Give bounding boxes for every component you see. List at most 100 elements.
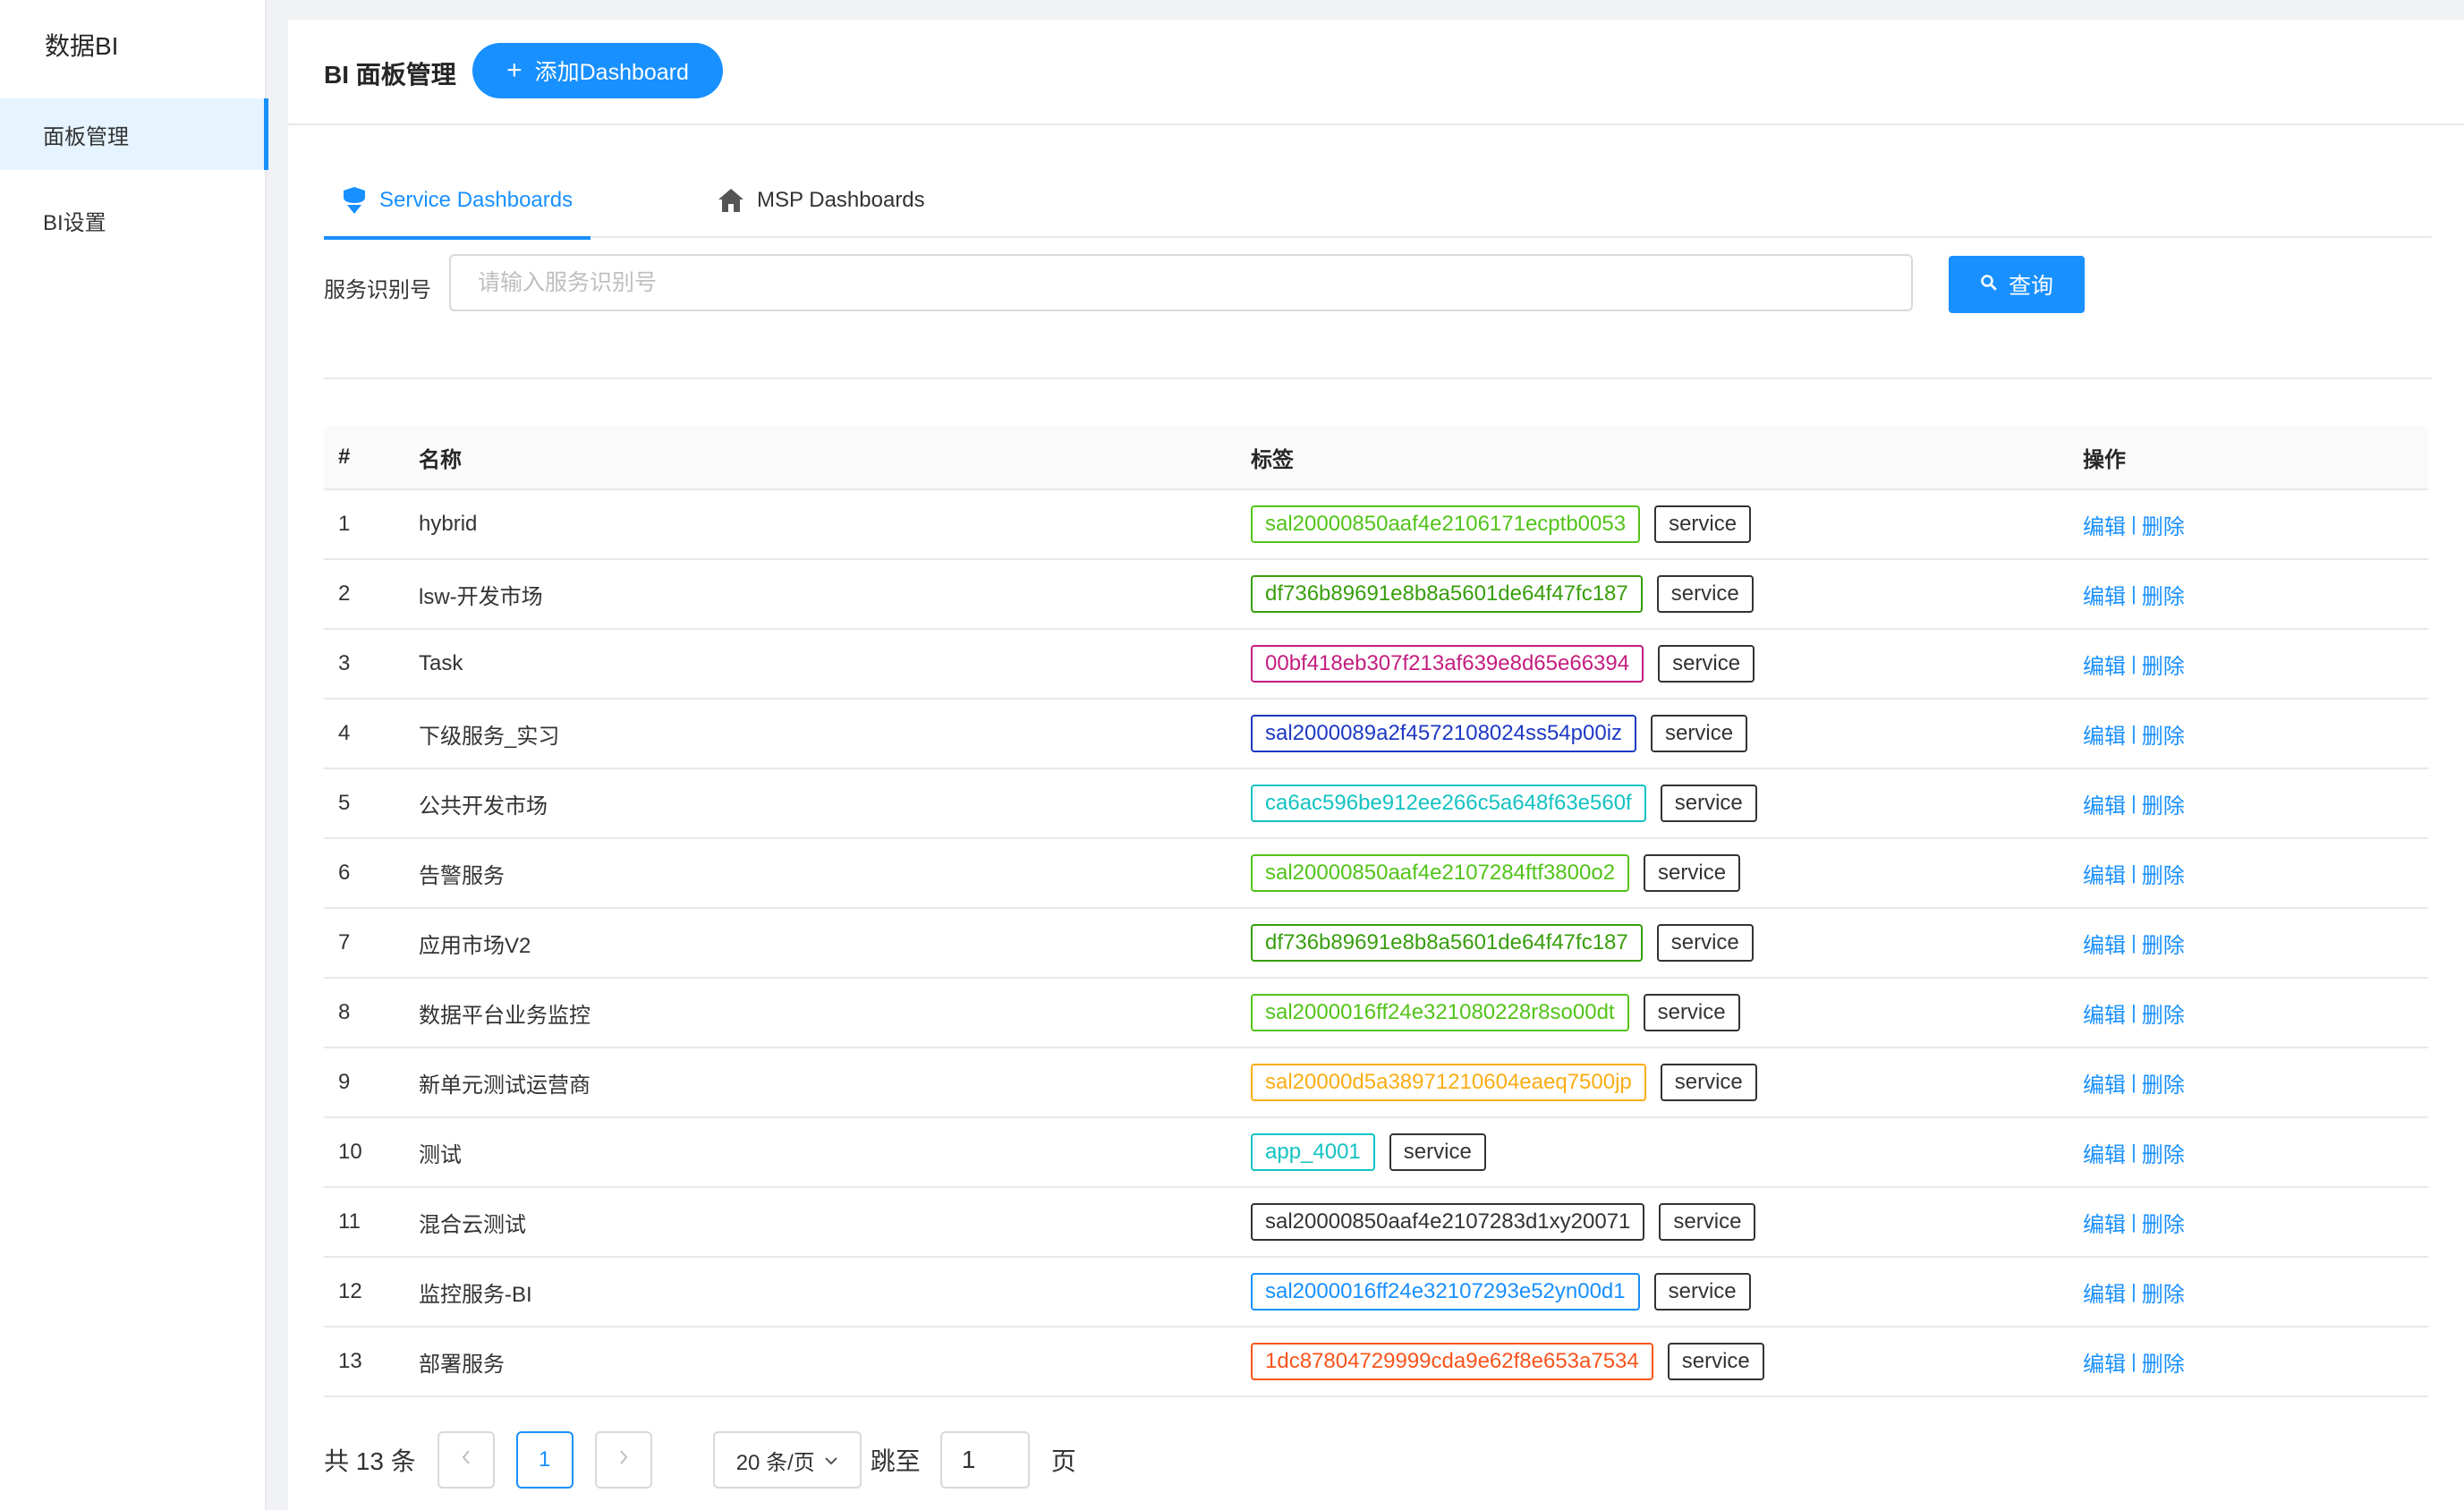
dashboard-name: 监控服务-BI [419, 1282, 532, 1307]
service-id-tag: df736b89691e8b8a5601de64f47fc187 [1251, 575, 1643, 613]
add-dashboard-button[interactable]: + 添加Dashboard [472, 43, 723, 98]
chevron-left-icon [460, 1447, 472, 1472]
app-root: 数据BI 面板管理 BI设置 BI 面板管理 + 添加Dashboard Ser… [0, 0, 2464, 1510]
tab-service-dashboards[interactable]: Service Dashboards [324, 163, 591, 240]
delete-link[interactable]: 删除 [2142, 1207, 2185, 1238]
dashboard-name: 应用市场V2 [419, 933, 531, 958]
service-id-tag: sal2000089a2f4572108024ss54p00iz [1251, 715, 1637, 752]
delete-link[interactable]: 删除 [2142, 579, 2185, 610]
table-row: 5 公共开发市场 ca6ac596be912ee266c5a648f63e560f s… [324, 769, 2428, 839]
jump-page-input[interactable] [939, 1431, 1030, 1489]
service-id-tag: sal20000d5a38971210604eaeq7500jp [1251, 1064, 1646, 1101]
service-id-tag: 1dc87804729999cda9e62f8e653a7534 [1251, 1343, 1653, 1380]
service-type-tag: service [1654, 505, 1752, 543]
page-size-select[interactable]: 20 条/页 [712, 1431, 862, 1489]
page-number-button[interactable]: 1 [515, 1431, 574, 1489]
row-index: 6 [338, 861, 351, 885]
delete-link[interactable]: 删除 [2142, 1067, 2185, 1099]
row-actions: 编辑 | 删除 [2069, 1346, 2428, 1378]
service-type-tag: service [1658, 645, 1755, 683]
table-row: 11 混合云测试 sal20000850aaf4e2107283d1xy20071 s… [324, 1188, 2428, 1258]
delete-link[interactable]: 删除 [2142, 509, 2185, 540]
delete-link[interactable]: 删除 [2142, 997, 2185, 1029]
table-row: 3 Task 00bf418eb307f213af639e8d65e66394 ser… [324, 630, 2428, 700]
edit-link[interactable]: 编辑 [2083, 1346, 2126, 1378]
edit-link[interactable]: 编辑 [2083, 1277, 2126, 1308]
action-separator: | [2131, 931, 2137, 954]
service-id-label: 服务识别号 [324, 278, 431, 302]
prev-page-button[interactable] [437, 1431, 495, 1489]
edit-link[interactable]: 编辑 [2083, 509, 2126, 540]
row-index: 2 [338, 581, 351, 606]
delete-link[interactable]: 删除 [2142, 788, 2185, 819]
row-actions: 编辑 | 删除 [2069, 1277, 2428, 1308]
sidebar-item-bi-settings[interactable]: BI设置 [0, 184, 267, 256]
row-index: 11 [338, 1209, 361, 1234]
dashboard-name: 测试 [419, 1142, 462, 1167]
service-id-tag: sal20000850aaf4e2106171ecptb0053 [1251, 505, 1641, 543]
delete-link[interactable]: 删除 [2142, 928, 2185, 959]
plus-icon: + [506, 55, 523, 85]
table-row: 7 应用市场V2 df736b89691e8b8a5601de64f47fc187 s… [324, 909, 2428, 979]
total-count: 共 13 条 [324, 1447, 416, 1475]
tab-msp-dashboards[interactable]: MSP Dashboards [700, 163, 943, 238]
query-button[interactable]: 查询 [1949, 256, 2085, 313]
edit-link[interactable]: 编辑 [2083, 788, 2126, 819]
delete-link[interactable]: 删除 [2142, 1346, 2185, 1378]
table-row: 10 测试 app_4001 service 编辑 | 删除 [324, 1118, 2428, 1188]
tag-group: ca6ac596be912ee266c5a648f63e560f service [1236, 785, 2069, 822]
delete-link[interactable]: 删除 [2142, 649, 2185, 680]
brand-title: 数据BI [45, 32, 119, 60]
row-actions: 编辑 | 删除 [2069, 858, 2428, 889]
next-page-button[interactable] [594, 1431, 652, 1489]
service-type-tag: service [1643, 994, 1740, 1031]
edit-link[interactable]: 编辑 [2083, 649, 2126, 680]
table-row: 13 部署服务 1dc87804729999cda9e62f8e653a7534 se… [324, 1328, 2428, 1397]
service-id-input[interactable] [449, 254, 1913, 311]
action-separator: | [2131, 861, 2137, 884]
tag-group: sal20000850aaf4e2107283d1xy20071 service [1236, 1203, 2069, 1241]
edit-link[interactable]: 编辑 [2083, 579, 2126, 610]
tag-group: app_4001 service [1236, 1133, 2069, 1171]
column-header-index: # [338, 445, 351, 469]
table-row: 9 新单元测试运营商 sal20000d5a38971210604eaeq7500j… [324, 1048, 2428, 1118]
table-row: 1 hybrid sal20000850aaf4e2106171ecptb0053 s… [324, 490, 2428, 560]
service-type-tag: service [1660, 785, 1757, 822]
service-id-tag: app_4001 [1251, 1133, 1375, 1171]
dashboard-name: 新单元测试运营商 [419, 1073, 591, 1098]
action-separator: | [2131, 792, 2137, 814]
row-actions: 编辑 | 删除 [2069, 788, 2428, 819]
table-header: # 名称 标签 操作 [324, 426, 2428, 490]
edit-link[interactable]: 编辑 [2083, 997, 2126, 1029]
delete-link[interactable]: 删除 [2142, 858, 2185, 889]
edit-link[interactable]: 编辑 [2083, 858, 2126, 889]
page-header: BI 面板管理 + 添加Dashboard [288, 20, 2464, 125]
delete-link[interactable]: 删除 [2142, 1277, 2185, 1308]
edit-link[interactable]: 编辑 [2083, 928, 2126, 959]
tag-group: sal2000016ff24e321080228r8so00dt service [1236, 994, 2069, 1031]
edit-link[interactable]: 编辑 [2083, 1207, 2126, 1238]
dashboard-name: Task [419, 651, 463, 675]
query-label: 查询 [2008, 274, 2053, 299]
sidebar: 数据BI 面板管理 BI设置 [0, 0, 268, 1510]
action-separator: | [2131, 1071, 2137, 1093]
edit-link[interactable]: 编辑 [2083, 718, 2126, 750]
delete-link[interactable]: 删除 [2142, 1137, 2185, 1168]
row-index: 13 [338, 1349, 362, 1373]
row-index: 1 [338, 512, 351, 536]
row-actions: 编辑 | 删除 [2069, 997, 2428, 1029]
row-actions: 编辑 | 删除 [2069, 718, 2428, 750]
edit-link[interactable]: 编辑 [2083, 1137, 2126, 1168]
delete-link[interactable]: 删除 [2142, 718, 2185, 750]
service-id-tag: sal2000016ff24e32107293e52yn00d1 [1251, 1273, 1640, 1311]
tag-group: sal20000d5a38971210604eaeq7500jp service [1236, 1064, 2069, 1101]
table-body: 1 hybrid sal20000850aaf4e2106171ecptb0053 s… [324, 490, 2428, 1397]
column-header-actions: 操作 [2083, 447, 2126, 472]
tag-group: sal2000089a2f4572108024ss54p00iz service [1236, 715, 2069, 752]
edit-link[interactable]: 编辑 [2083, 1067, 2126, 1099]
service-type-tag: service [1667, 1343, 1764, 1380]
tab-label: MSP Dashboards [757, 188, 925, 212]
sidebar-item-panel-management[interactable]: 面板管理 [0, 98, 268, 170]
dashboard-name: 混合云测试 [419, 1212, 526, 1237]
row-index: 10 [338, 1140, 362, 1164]
